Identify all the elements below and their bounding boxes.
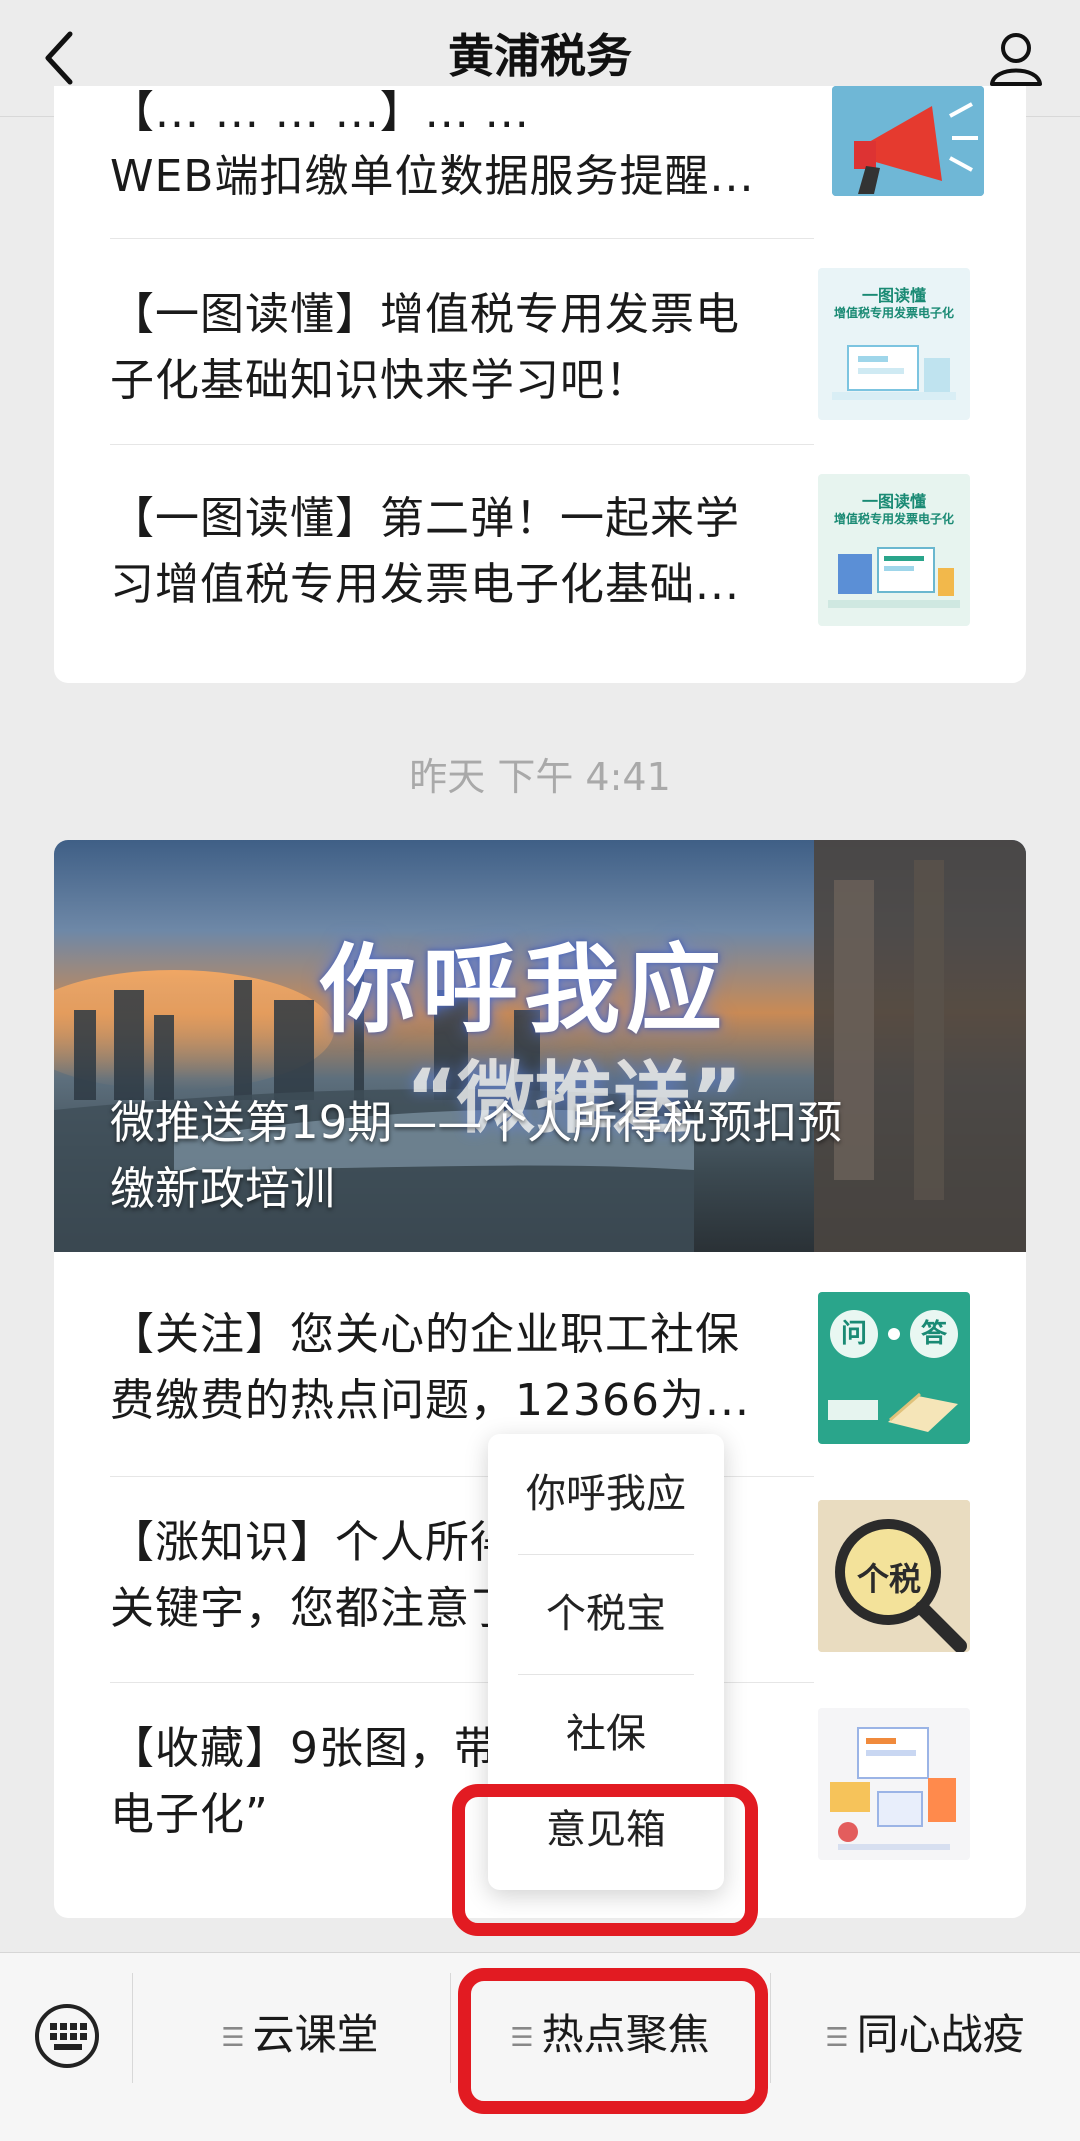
- hero-banner[interactable]: 你呼我应 “微推送” 微推送第19期——个人所得税预扣预 缴新政培训: [54, 840, 1026, 1252]
- article-thumbnail[interactable]: 个税: [818, 1500, 970, 1652]
- hero-title-line1: 微推送第19期——个人所得税预扣预: [110, 1096, 843, 1149]
- menu-tab-fight-epidemic[interactable]: ☰ 同心战疫: [780, 1995, 1070, 2075]
- thumb-label: 个税: [856, 1560, 921, 1598]
- illustration-icon: [828, 547, 960, 608]
- hero-headline: 你呼我应: [320, 934, 728, 1046]
- article-title-line2: 费缴费的热点问题，12366为...: [110, 1375, 750, 1426]
- book-icon: [828, 1392, 958, 1432]
- hero-article-title: 微推送第19期——个人所得税预扣预 缴新政培训: [110, 1090, 970, 1222]
- divider: [770, 1973, 771, 2083]
- thumb-title: 一图读懂: [861, 492, 926, 511]
- thumb-subtitle: 增值税专用发票电子化: [833, 512, 954, 526]
- divider: [132, 1973, 133, 2083]
- menu-tab-label: 同心战疫: [856, 2010, 1025, 2059]
- menu-tab-label: 云课堂: [252, 2010, 379, 2059]
- highlight-box-suggestion: [452, 1784, 758, 1936]
- article-item[interactable]: 【一图读懂】增值税专用发票电 子化基础知识快来学习吧！: [110, 282, 814, 414]
- message-timestamp: 昨天 下午 4:41: [409, 755, 671, 799]
- article-title-line2: WEB端扣缴单位数据服务提醒...: [110, 151, 755, 202]
- answer-badge: 答: [910, 1310, 958, 1358]
- article-item[interactable]: 【关注】您关心的企业职工社保 费缴费的热点问题，12366为...: [110, 1302, 814, 1434]
- article-title-line1: 【一图读懂】增值税专用发票电: [110, 289, 740, 340]
- article-item[interactable]: 【一图读懂】第二弹！一起来学 习增值税专用发票电子化基础...: [110, 486, 814, 618]
- infographic-icon: [818, 1708, 970, 1860]
- submenu-item-ge-shui-bao[interactable]: 个税宝: [488, 1554, 724, 1674]
- highlight-box-hot-topics: [458, 1968, 768, 2114]
- article-title-line2: 习增值税专用发票电子化基础...: [110, 559, 740, 610]
- article-card-previous: 【... ... ... ...】... ... WEB端扣缴单位数据服务提醒.…: [54, 86, 1026, 683]
- article-thumbnail[interactable]: 一图读懂 增值税专用发票电子化: [818, 268, 970, 420]
- article-title-line1: 【一图读懂】第二弹！一起来学: [110, 493, 740, 544]
- article-thumbnail[interactable]: [832, 86, 984, 196]
- article-thumbnail[interactable]: [818, 1708, 970, 1860]
- question-badge: 问: [830, 1310, 878, 1358]
- menu-lines-icon: ☰: [221, 2022, 245, 2053]
- profile-icon[interactable]: [984, 26, 1048, 90]
- divider: [450, 1973, 451, 2083]
- page-title: 黄浦税务: [448, 29, 632, 83]
- thumb-subtitle: 增值税专用发票电子化: [833, 306, 954, 320]
- divider: [110, 444, 814, 445]
- megaphone-icon: [832, 86, 984, 196]
- thumb-title: 一图读懂: [861, 286, 926, 305]
- article-title-line1: 【... ... ... ...】... ...: [110, 87, 530, 138]
- menu-lines-icon: ☰: [825, 2022, 849, 2053]
- divider: [110, 238, 814, 239]
- article-thumbnail[interactable]: 问 答: [818, 1292, 970, 1444]
- hero-title-line2: 缴新政培训: [110, 1162, 336, 1215]
- article-title-line2: 子化基础知识快来学习吧！: [110, 355, 650, 406]
- submenu-item-ni-hu-wo-ying[interactable]: 你呼我应: [488, 1434, 724, 1554]
- dot-icon: [888, 1328, 900, 1340]
- article-title-line1: 【关注】您关心的企业职工社保: [110, 1309, 740, 1360]
- keyboard-icon[interactable]: [34, 2003, 100, 2069]
- article-thumbnail[interactable]: 一图读懂 增值税专用发票电子化: [818, 474, 970, 626]
- illustration-icon: [832, 345, 956, 400]
- menu-tab-cloud-class[interactable]: ☰ 云课堂: [150, 1995, 450, 2075]
